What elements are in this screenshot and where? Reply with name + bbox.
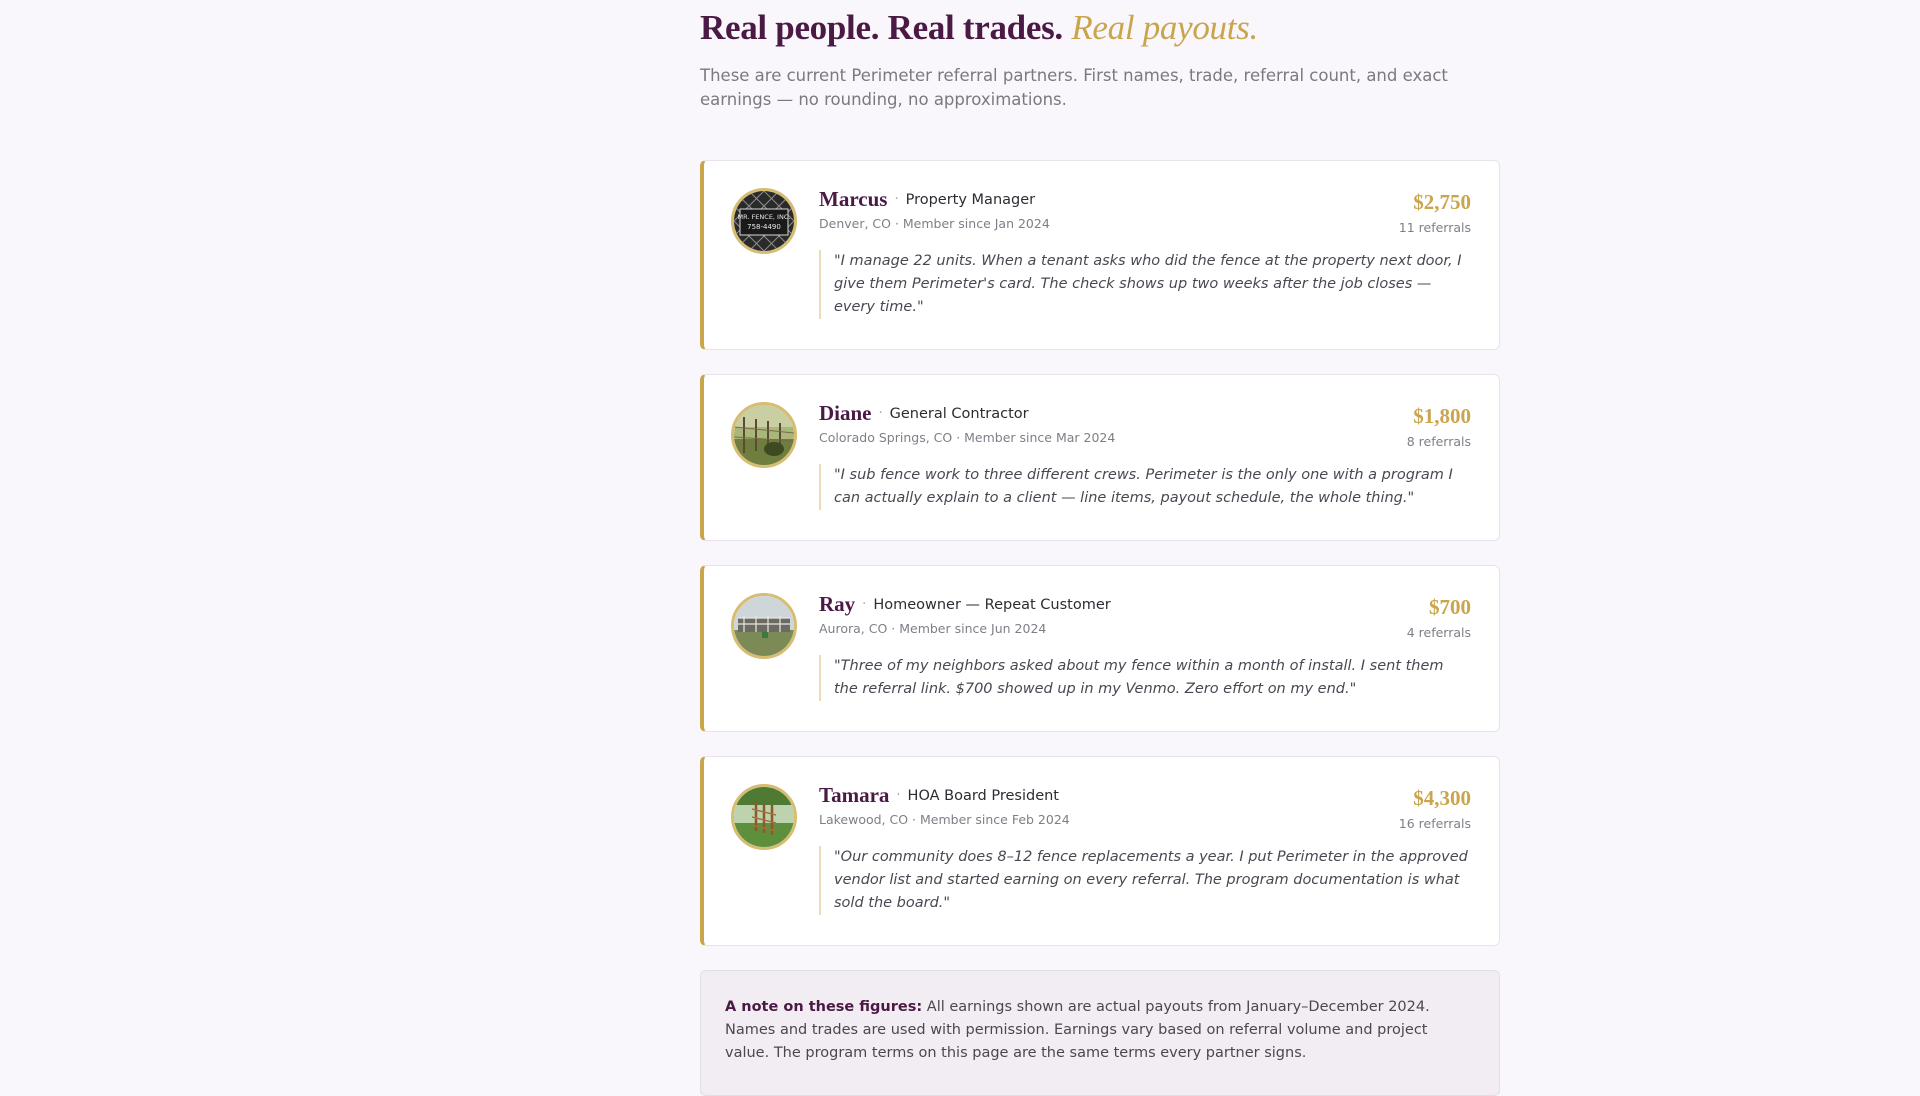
partner-quote: "Our community does 8–12 fence replaceme… xyxy=(819,846,1471,915)
figures-note: A note on these figures: All earnings sh… xyxy=(700,970,1500,1096)
partner-meta: Lakewood, CO · Member since Feb 2024 xyxy=(819,812,1070,827)
partner-avatar xyxy=(731,593,797,659)
partner-card: Ray · Homeowner — Repeat Customer Aurora, … xyxy=(700,565,1500,732)
partner-name: Ray xyxy=(819,592,856,616)
note-label: A note on these figures: xyxy=(725,999,923,1015)
partner-trade: HOA Board President xyxy=(907,788,1059,804)
section-intro: These are current Perimeter referral par… xyxy=(700,66,1448,109)
partner-card: MR. FENCE, INC. 758-4490 Marcus · Property… xyxy=(700,160,1500,350)
separator-dot: · xyxy=(894,192,899,207)
partner-earnings: $700 xyxy=(1429,595,1471,619)
partner-trade: Property Manager xyxy=(905,192,1036,208)
partner-name: Diane xyxy=(819,401,872,425)
partner-quote: "I manage 22 units. When a tenant asks w… xyxy=(819,250,1471,319)
partner-card: Tamara · HOA Board President Lakewood, CO … xyxy=(700,756,1500,946)
partner-avatar xyxy=(731,784,797,850)
partner-earnings: $1,800 xyxy=(1413,404,1471,428)
headline-accent: Real payouts. xyxy=(1071,8,1258,47)
separator-dot: · xyxy=(862,597,867,612)
avatar-sign-line2: 758-4490 xyxy=(747,223,781,231)
partner-quote: "I sub fence work to three different cre… xyxy=(819,464,1471,510)
partner-meta: Colorado Springs, CO · Member since Mar … xyxy=(819,430,1116,445)
avatar-sign-line1: MR. FENCE, INC. xyxy=(738,213,791,221)
partner-list: MR. FENCE, INC. 758-4490 Marcus · Property… xyxy=(700,160,1500,946)
partner-quote: "Three of my neighbors asked about my fe… xyxy=(819,655,1471,701)
partner-meta: Aurora, CO · Member since Jun 2024 xyxy=(819,621,1047,636)
partner-card: Diane · General Contractor Colorado Spring… xyxy=(700,374,1500,541)
partner-referrals: 4 referrals xyxy=(1406,625,1471,640)
partner-trade: General Contractor xyxy=(889,406,1029,422)
section-headline: Real people. Real trades. Real payouts. xyxy=(700,0,1500,50)
separator-dot: · xyxy=(878,406,883,421)
headline-main: Real people. Real trades. xyxy=(700,8,1063,47)
partner-referrals: 8 referrals xyxy=(1406,434,1471,449)
testimonials-section: Real people. Real trades. Real payouts. … xyxy=(700,0,1500,1096)
partner-name: Tamara xyxy=(819,783,890,807)
partner-earnings: $4,300 xyxy=(1413,786,1471,810)
partner-meta: Denver, CO · Member since Jan 2024 xyxy=(819,216,1050,231)
partner-name: Marcus xyxy=(819,187,888,211)
partner-referrals: 16 referrals xyxy=(1398,816,1471,831)
separator-dot: · xyxy=(896,788,901,803)
partner-earnings: $2,750 xyxy=(1413,190,1471,214)
partner-referrals: 11 referrals xyxy=(1398,220,1471,235)
partner-avatar: MR. FENCE, INC. 758-4490 xyxy=(731,188,797,254)
partner-trade: Homeowner — Repeat Customer xyxy=(873,597,1111,613)
partner-avatar xyxy=(731,402,797,468)
